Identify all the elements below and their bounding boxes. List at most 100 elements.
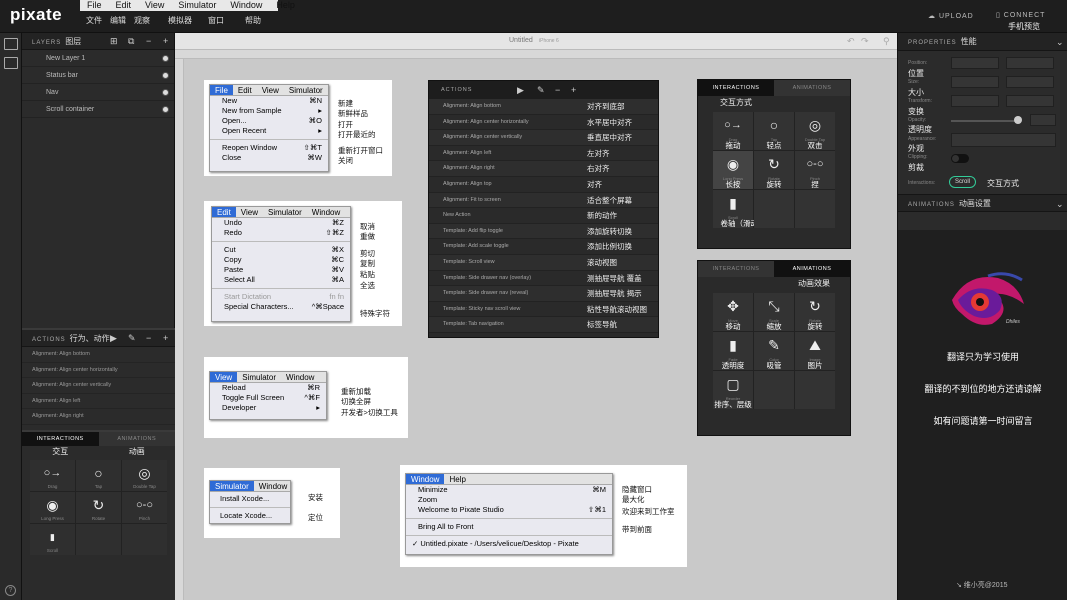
menubar-edit[interactable]: Edit [233, 85, 257, 95]
menubar-simulator[interactable]: Simulator [263, 207, 307, 217]
menu-item-select-all[interactable]: Select All ⌘A [212, 275, 350, 285]
menu-item-new[interactable]: New ⌘N [210, 96, 328, 106]
visibility-icon[interactable] [162, 72, 169, 79]
action-list-item[interactable]: Template: Add scale toggle 添加比例切换 [429, 239, 658, 255]
upload-button[interactable]: ☁ UPLOAD [928, 12, 974, 20]
anim_big-cell[interactable]: ↻ Rotate 旋转 [795, 293, 835, 331]
action-item[interactable]: Alignment: Align left [22, 394, 175, 409]
add-icon[interactable]: + [163, 33, 169, 50]
menu-item-reopen-window[interactable]: Reopen Window ⇧⌘T [210, 143, 328, 153]
interaction-rotate[interactable]: ↻ Rotate [76, 492, 121, 523]
menubar-file[interactable]: File [210, 85, 233, 95]
position-y-input[interactable] [1006, 57, 1054, 69]
opacity-slider-handle[interactable] [1014, 116, 1022, 124]
menubar-window[interactable]: Window [254, 481, 292, 491]
menu-item-reload[interactable]: Reload ⌘R [210, 383, 326, 393]
interaction-tap[interactable]: ○ Tap [76, 460, 121, 491]
inter_big-cell[interactable]: ○-○ Pinch 捏 [795, 151, 835, 189]
add-icon[interactable]: + [163, 330, 169, 347]
action-item[interactable]: Alignment: Align bottom [22, 347, 175, 363]
interaction-scroll[interactable]: ▮ Scroll [30, 524, 75, 555]
position-x-input[interactable] [951, 57, 999, 69]
menubar-window[interactable]: Window [307, 207, 345, 217]
interaction-long-press[interactable]: ◉ Long Press [30, 492, 75, 523]
menu-item-bring-all-to-front[interactable]: Bring All to Front [406, 522, 612, 532]
menu-simulator[interactable]: Simulator [171, 0, 223, 11]
menubar-help[interactable]: Help [444, 474, 470, 484]
tab-interactions[interactable]: INTERACTIONS [22, 432, 99, 446]
menu-item-open-recent[interactable]: Open Recent ▸ [210, 126, 328, 136]
action-list-item[interactable]: Template: Tab navigation 标签导航 [429, 317, 658, 333]
inter_big-cell[interactable]: ▮ Scroll 卷轴（滑动） [713, 190, 766, 228]
visibility-icon[interactable] [162, 106, 169, 113]
device-label[interactable]: iPhone 6 [539, 38, 559, 44]
chevron-down-icon[interactable]: ⌄ [1056, 195, 1065, 213]
remove-icon[interactable]: − [555, 81, 561, 99]
inter_big-cell[interactable]: ↻ Rotate 旋转 [754, 151, 794, 189]
layer-item[interactable]: Nav [22, 84, 174, 101]
duplicate-icon[interactable]: ⧉ [128, 33, 135, 50]
action-list-item[interactable]: Template: Side drawer nav (reveal) 测抽屉导航 … [429, 286, 658, 302]
help-icon[interactable]: ? [5, 585, 16, 596]
action-list-item[interactable]: Alignment: Align left 左对齐 [429, 146, 658, 162]
tab-interactions[interactable]: INTERACTIONS [698, 261, 774, 277]
action-list-item[interactable]: Alignment: Align center horizontally 水平居中… [429, 115, 658, 131]
menubar-edit[interactable]: Edit [212, 207, 236, 217]
action-list-item[interactable]: Alignment: Align center vertically 垂直居中对齐 [429, 130, 658, 146]
edit-icon[interactable]: ✎ [537, 81, 546, 99]
menu-item-developer[interactable]: Developer ▸ [210, 403, 326, 413]
layer-item[interactable]: New Layer 1 [22, 50, 174, 67]
menu-item-undo[interactable]: Undo ⌘Z [212, 218, 350, 228]
play-icon[interactable]: ▶ [517, 81, 525, 99]
menubar-simulator[interactable]: Simulator [237, 372, 281, 382]
menu-item-open[interactable]: Open... ⌘O [210, 116, 328, 126]
menu-edit[interactable]: Edit [109, 0, 139, 11]
layer-item[interactable]: Status bar [22, 67, 174, 84]
menu-item-untitled-window[interactable]: ✓ Untitled.pixate - /Users/velicue/Deskt… [406, 539, 612, 549]
edit-icon[interactable]: ✎ [128, 330, 137, 347]
menu-item-cut[interactable]: Cut ⌘X [212, 245, 350, 255]
menu-item-toggle-full-screen[interactable]: Toggle Full Screen ^⌘F [210, 393, 326, 403]
menu-item-welcome[interactable]: Welcome to Pixate Studio ⇧⌘1 [406, 505, 612, 515]
inter_big-cell[interactable]: ◎ Double Tap 双击 [795, 112, 835, 150]
height-input[interactable] [1006, 76, 1054, 88]
menu-item-zoom[interactable]: Zoom [406, 495, 612, 505]
menubar-simulator[interactable]: Simulator [284, 85, 328, 95]
menu-item-install-xcode[interactable]: Install Xcode... [210, 494, 290, 504]
remove-icon[interactable]: − [146, 330, 152, 347]
action-list-item[interactable]: Alignment: Align bottom 对齐到底部 [429, 99, 658, 115]
person-icon[interactable]: ⚲ [883, 36, 890, 47]
action-list-item[interactable]: Template: Sticky nav scroll view 粘性导航滚动视图 [429, 302, 658, 318]
width-input[interactable] [951, 76, 999, 88]
menubar-view[interactable]: View [210, 372, 238, 382]
anim_big-cell[interactable]: ✥ Move 移动 [713, 293, 753, 331]
opacity-input[interactable] [1030, 114, 1056, 126]
action-list-item[interactable]: Alignment: Align right 右对齐 [429, 161, 658, 177]
inter_big-cell[interactable]: ○→ Drag 拖动 [713, 112, 753, 150]
menu-item-close[interactable]: Close ⌘W [210, 153, 328, 163]
action-list-item[interactable]: Template: Scroll view 滚动视图 [429, 254, 658, 271]
inter_big-cell[interactable]: ○ Tap 轻点 [754, 112, 794, 150]
appearance-color-picker[interactable] [951, 133, 1056, 147]
menu-window[interactable]: Window [223, 0, 269, 11]
action-item[interactable]: Alignment: Align center horizontally [22, 363, 175, 378]
select-tool-icon[interactable] [4, 38, 18, 50]
image-tool-icon[interactable] [4, 57, 18, 69]
action-list-item[interactable]: New Action 新的动作 [429, 208, 658, 224]
menu-item-minimize[interactable]: Minimize ⌘M [406, 485, 612, 495]
menu-help[interactable]: Help [269, 0, 302, 11]
interaction-double-tap[interactable]: ◎ Double Tap [122, 460, 167, 491]
scroll-badge[interactable]: Scroll [949, 176, 977, 188]
tab-animations[interactable]: ANIMATIONS [774, 80, 850, 96]
clipping-toggle[interactable] [951, 154, 969, 163]
action-list-item[interactable]: Template: Side drawer nav (overlay) 测抽屉导航… [429, 271, 658, 287]
rotation-input[interactable] [951, 95, 999, 107]
menu-item-copy[interactable]: Copy ⌘C [212, 255, 350, 265]
anim_big-cell[interactable]: ⛰ Image 图片 [795, 332, 835, 370]
tab-animations[interactable]: ANIMATIONS [98, 432, 175, 446]
layer-item[interactable]: Scroll container [22, 101, 174, 118]
redo-icon[interactable]: ↷ [861, 36, 869, 47]
play-icon[interactable]: ▶ [110, 330, 118, 347]
action-item[interactable]: Alignment: Align center vertically [22, 378, 175, 394]
interaction-pinch[interactable]: ○-○ Pinch [122, 492, 167, 523]
